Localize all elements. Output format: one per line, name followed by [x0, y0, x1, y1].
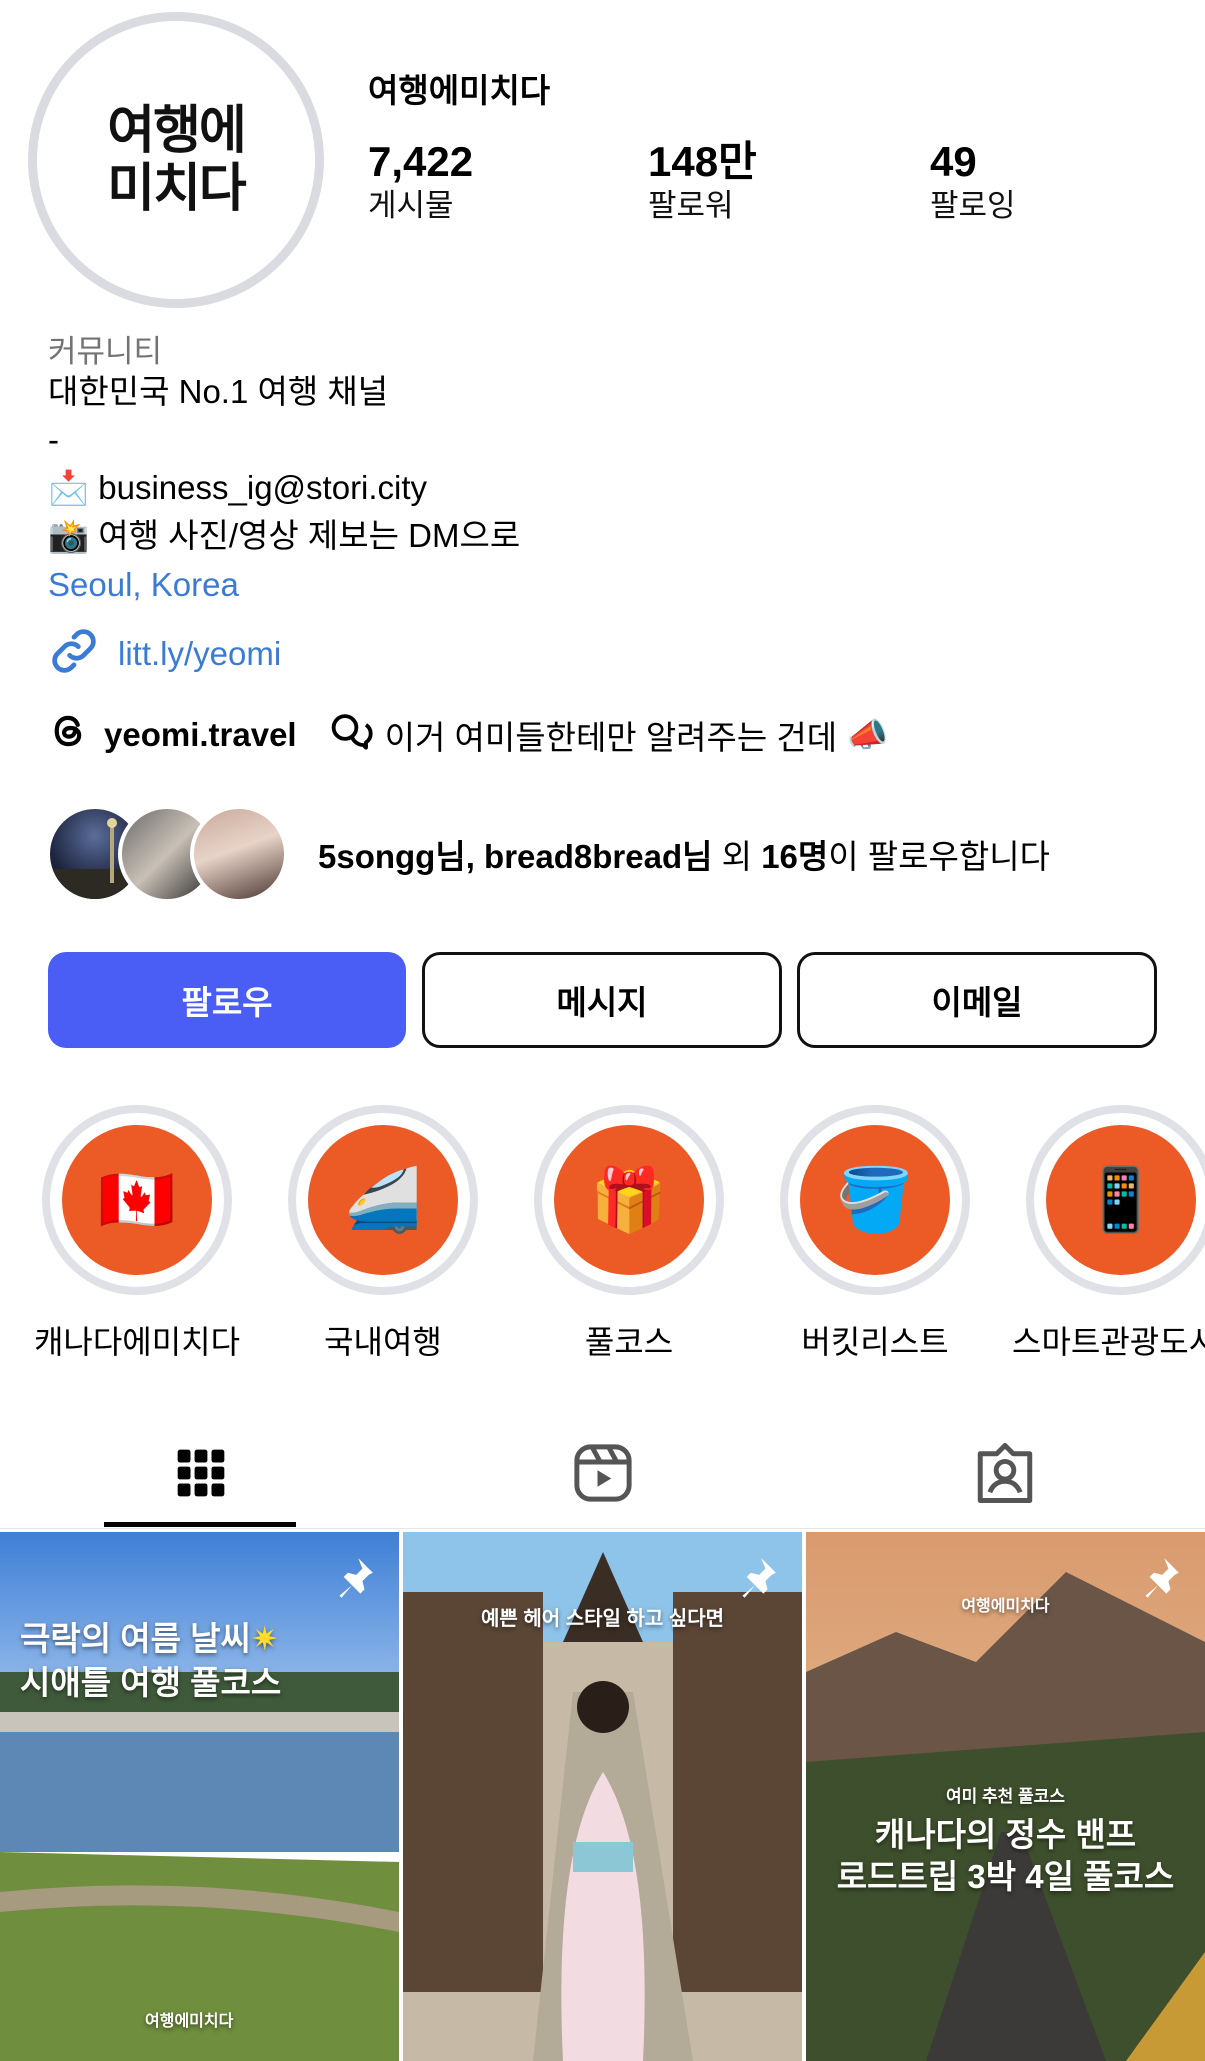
tab-divider [0, 1528, 1205, 1529]
bucket-icon: 🪣 [800, 1125, 950, 1275]
highlight-item[interactable]: 🎁 풀코스 [534, 1105, 724, 1363]
smartphone-icon: 📱 [1046, 1125, 1196, 1275]
bio-email: business_ig@stori.city [98, 469, 428, 506]
grid-icon [173, 1445, 229, 1506]
link-url: litt.ly/yeomi [118, 634, 282, 672]
post-thumbnail[interactable]: 여행에미치다 여미 추천 풀코스 캐나다의 정수 밴프 로드트립 3박 4일 풀… [806, 1532, 1205, 2061]
message-button[interactable]: 메시지 [422, 952, 782, 1048]
highlight-label: 버킷리스트 [801, 1324, 949, 1360]
reels-icon [570, 1440, 636, 1511]
stat-following-label: 팔로잉 [930, 188, 1016, 223]
megaphone-icon: 📣 [847, 715, 889, 753]
post-thumbnail[interactable]: 극락의 여름 날씨✷ 시애틀 여행 풀코스 여행에미치다 [0, 1532, 399, 2061]
profile-link[interactable]: litt.ly/yeomi [48, 625, 281, 682]
post-caption: 극락의 여름 날씨✷ 시애틀 여행 풀코스 [20, 1617, 281, 1705]
followed-by-names: 5songg님, bread8bread님 [318, 838, 713, 875]
post-caption-line2: 시애틀 여행 풀코스 [20, 1664, 282, 1701]
stat-posts[interactable]: 7,422 게시물 [368, 138, 473, 226]
post-thumbnail[interactable]: 예쁜 헤어 스타일 하고 싶다면 [403, 1532, 802, 2061]
avatar-logo-line2: 미치다 [107, 159, 247, 219]
highlight-label: 스마트관광도시 [1012, 1324, 1205, 1360]
threads-handle: yeomi.travel [104, 716, 297, 753]
tab-reels[interactable] [402, 1420, 803, 1530]
camera-flash-icon: 📸 [48, 517, 90, 554]
stat-posts-label: 게시물 [368, 188, 454, 223]
active-tab-indicator [104, 1522, 296, 1527]
followed-by-suffix: 이 팔로우합니다 [828, 838, 1050, 875]
profile-category: 커뮤니티 [48, 334, 163, 369]
post-caption-line1: 캐나다의 정수 밴프 [874, 1816, 1137, 1853]
followed-by-middle: 외 [712, 838, 762, 875]
post-caption-line2: 로드트립 3박 4일 풀코스 [836, 1858, 1175, 1895]
train-icon: 🚄 [308, 1125, 458, 1275]
highlight-label: 캐나다에미치다 [33, 1324, 241, 1360]
post-caption-line1: 극락의 여름 날씨 [20, 1620, 251, 1657]
highlight-item[interactable]: 📱 스마트관광도시 [1012, 1105, 1205, 1363]
threads-icon [48, 710, 90, 760]
threads-note-text: 이거 여미들한테만 알려주는 건데 [384, 719, 838, 756]
tab-posts-grid[interactable] [0, 1420, 401, 1530]
highlight-item[interactable]: 🪣 버킷리스트 [780, 1105, 970, 1363]
highlight-item[interactable]: 🇨🇦 캐나다에미치다 [34, 1105, 240, 1363]
stat-following[interactable]: 49 팔로잉 [930, 138, 1016, 226]
bio-line1: 대한민국 No.1 여행 채널 [48, 373, 389, 410]
highlight-item[interactable]: 🚄 국내여행 [288, 1105, 478, 1363]
avatar-logo-line1: 여행에 [107, 101, 247, 161]
threads-note[interactable]: 이거 여미들한테만 알려주는 건데 📣 [329, 710, 889, 760]
follower-avatar [190, 805, 288, 903]
tab-tagged[interactable] [804, 1420, 1205, 1530]
stat-followers-value: 148만 [648, 138, 757, 185]
post-watermark: 여행에미치다 [145, 2013, 234, 2030]
stat-posts-value: 7,422 [368, 138, 474, 185]
bio-line2: - [48, 421, 59, 458]
pin-icon [327, 1554, 377, 1609]
link-icon [48, 625, 100, 682]
pin-icon [730, 1554, 780, 1609]
bio-location[interactable]: Seoul, Korea [48, 561, 239, 609]
envelope-icon: 📩 [48, 469, 90, 506]
canada-flag-icon: 🇨🇦 [62, 1125, 212, 1275]
gift-icon: 🎁 [554, 1125, 704, 1275]
pin-icon [1133, 1554, 1183, 1609]
followed-by-count: 16명 [761, 838, 829, 875]
tagged-person-icon [972, 1440, 1038, 1511]
bio-email-line: 📩 business_ig@stori.city [48, 464, 427, 512]
speech-bubble-icon [329, 710, 375, 760]
bio-dm-line: 📸 여행 사진/영상 제보는 DM으로 [48, 512, 520, 560]
sparkle-icon: ✷ [250, 1620, 279, 1657]
post-badge: 여미 추천 풀코스 [946, 1787, 1065, 1806]
email-button[interactable]: 이메일 [797, 952, 1157, 1048]
highlight-label: 풀코스 [584, 1324, 674, 1360]
follow-button[interactable]: 팔로우 [48, 952, 406, 1048]
post-caption: 캐나다의 정수 밴프 로드트립 3박 4일 풀코스 [806, 1814, 1205, 1898]
profile-username: 여행에미치다 [368, 72, 551, 109]
stat-followers[interactable]: 148만 팔로워 [648, 138, 757, 226]
bio-dm-text: 여행 사진/영상 제보는 DM으로 [98, 517, 521, 554]
profile-avatar[interactable]: 여행에 미치다 [28, 12, 324, 308]
highlight-label: 국내여행 [324, 1324, 442, 1360]
stat-following-value: 49 [930, 138, 977, 185]
followed-by-text: 5songg님, bread8bread님 외 16명이 팔로우합니다 [318, 830, 1050, 878]
followed-by[interactable]: 5songg님, bread8bread님 외 16명이 팔로우합니다 [46, 805, 1050, 903]
avatar-logo: 여행에 미치다 [45, 29, 307, 291]
stat-followers-label: 팔로워 [648, 188, 734, 223]
threads-row[interactable]: yeomi.travel 이거 여미들한테만 알려주는 건데 📣 [48, 710, 888, 760]
